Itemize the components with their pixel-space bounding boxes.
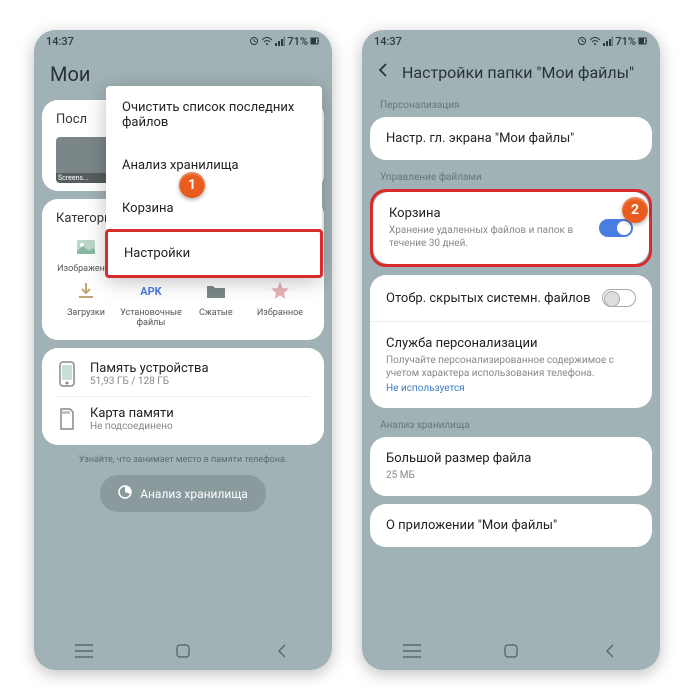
analyze-storage-button[interactable]: Анализ хранилища (100, 475, 266, 512)
setting-hidden-files[interactable]: Отобр. скрытых системн. файлов (370, 275, 652, 321)
status-bar: 14:37 71% (34, 30, 332, 52)
storage-card: Память устройства 51,93 ГБ / 128 ГБ Карт… (42, 348, 324, 445)
wifi-icon (589, 36, 601, 46)
signal-icon (603, 36, 613, 46)
storage-sdcard[interactable]: Карта памяти Не подсоединено (56, 396, 310, 441)
setting-large-file[interactable]: Большой размер файла 25 МБ (370, 437, 652, 496)
category-compressed[interactable]: Сжатые (186, 280, 246, 328)
setting-about[interactable]: О приложении "Мои файлы" (370, 504, 652, 547)
battery-text: 71% (287, 35, 308, 48)
star-icon (269, 280, 291, 302)
nav-home[interactable] (491, 643, 531, 659)
nav-recent[interactable] (392, 644, 432, 658)
status-bar: 14:37 71% (362, 30, 660, 52)
apk-icon: APK (140, 280, 162, 302)
setting-personalization-service[interactable]: Служба персонализации Получайте персонал… (370, 321, 652, 408)
signal-icon (275, 36, 285, 46)
status-time: 14:37 (46, 35, 74, 48)
settings-title: Настройки папки "Мои файлы" (402, 63, 634, 82)
hidden-files-toggle[interactable] (602, 289, 636, 307)
section-personalization: Персонализация (370, 96, 652, 117)
popup-analyze-storage[interactable]: Анализ хранилища (106, 144, 322, 187)
alarm-icon (249, 36, 259, 46)
nav-back[interactable] (262, 643, 302, 659)
step-badge-1: 1 (179, 172, 205, 198)
section-file-management: Управление файлами (370, 168, 652, 189)
section-storage-analysis: Анализ хранилища (370, 416, 652, 437)
step-badge-2: 2 (622, 197, 648, 223)
wifi-icon (261, 36, 273, 46)
back-icon[interactable] (376, 62, 390, 82)
alarm-icon (577, 36, 587, 46)
status-right: 71% (249, 35, 320, 48)
status-time: 14:37 (374, 35, 402, 48)
battery-text: 71% (615, 35, 636, 48)
nav-recent[interactable] (64, 644, 104, 658)
nav-home[interactable] (163, 643, 203, 659)
nav-back[interactable] (590, 643, 630, 659)
nav-bar (34, 632, 332, 670)
phone-storage-icon (56, 360, 78, 388)
popup-settings[interactable]: Настройки (105, 229, 323, 278)
download-icon (75, 280, 97, 302)
nav-bar (362, 632, 660, 670)
phone-right: 14:37 71% Настройки папки "Мои файлы" Пе… (362, 30, 660, 670)
phone-left: 14:37 71% Мои Посл Категории (34, 30, 332, 670)
status-right: 71% (577, 35, 648, 48)
trash-card-highlight: Корзина Хранение удаленных файлов и папо… (370, 189, 652, 267)
pie-chart-icon (118, 485, 132, 502)
settings-header: Настройки папки "Мои файлы" (370, 52, 652, 96)
options-popup: Очистить список последних файлов Анализ … (106, 86, 322, 277)
battery-icon (638, 36, 648, 46)
popup-clear-recent[interactable]: Очистить список последних файлов (106, 86, 322, 144)
popup-trash[interactable]: Корзина (106, 187, 322, 230)
trash-toggle[interactable] (599, 219, 633, 237)
category-apk[interactable]: APK Установочные файлы (120, 280, 182, 328)
setting-home-screen[interactable]: Настр. гл. экрана "Мои файлы" (370, 117, 652, 160)
setting-trash[interactable]: Корзина Хранение удаленных файлов и папо… (373, 192, 649, 264)
category-favorites[interactable]: Избранное (250, 280, 310, 328)
sdcard-icon (56, 405, 78, 433)
battery-icon (310, 36, 320, 46)
category-downloads[interactable]: Загрузки (56, 280, 116, 328)
storage-hint: Узнайте, что занимает место в памяти тел… (42, 455, 324, 465)
folder-icon (205, 280, 227, 302)
storage-internal[interactable]: Память устройства 51,93 ГБ / 128 ГБ (56, 352, 310, 396)
image-icon (75, 236, 97, 258)
